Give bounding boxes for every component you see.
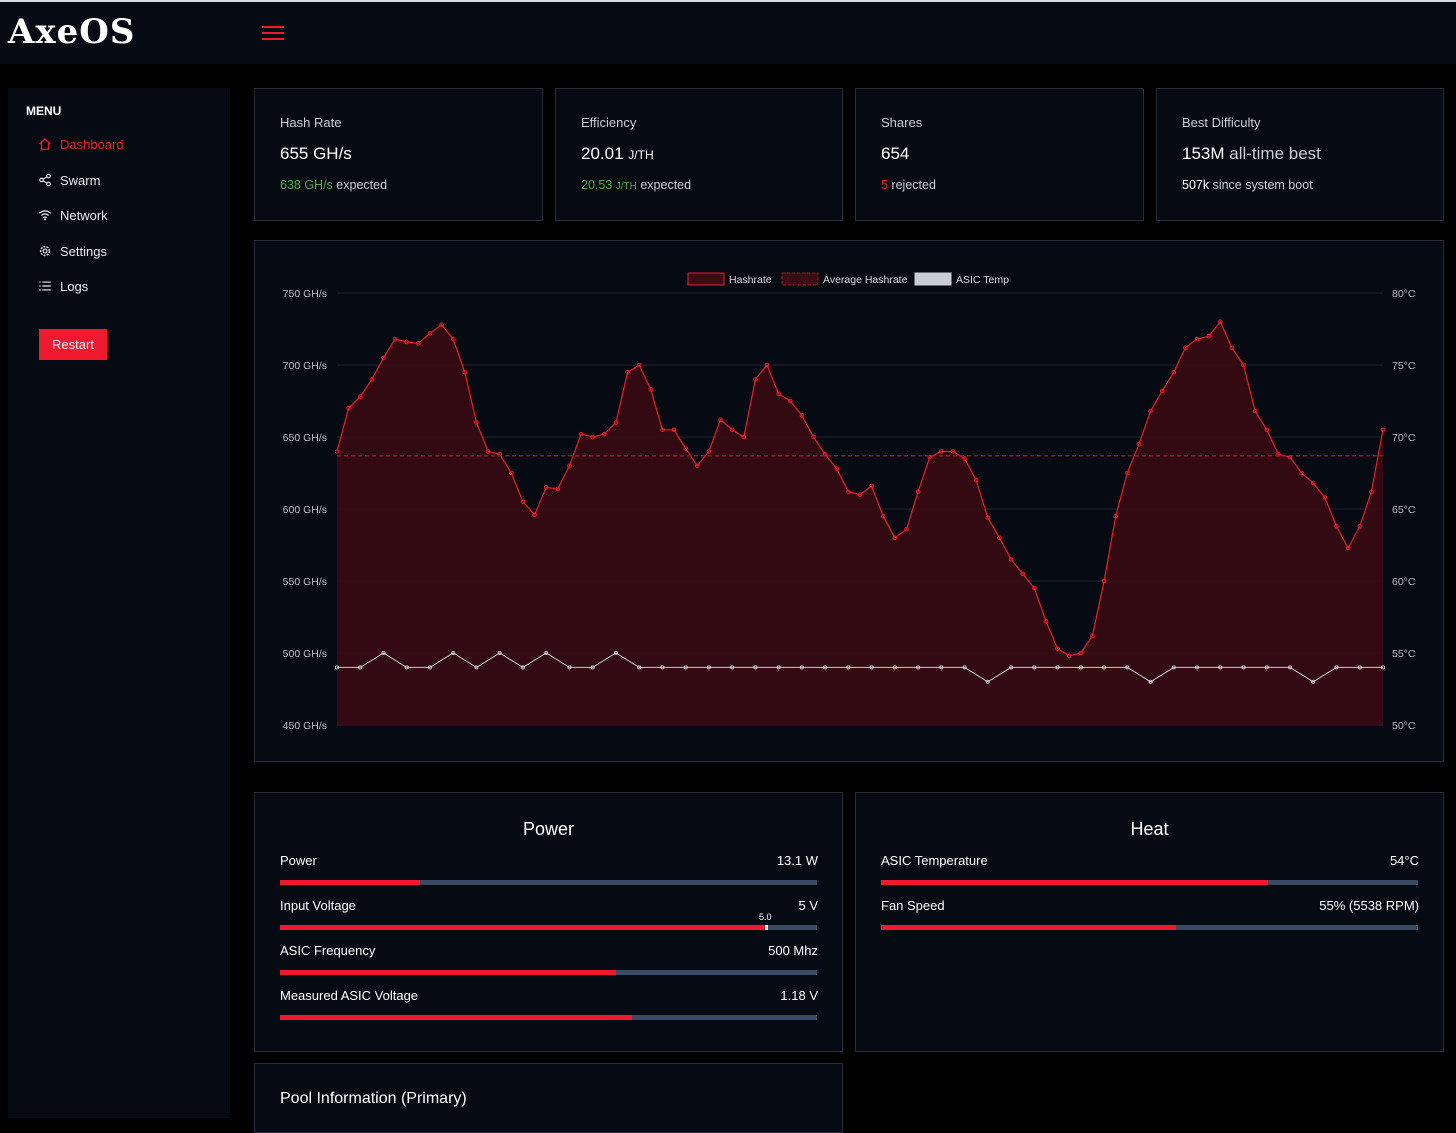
heat-row-value: 55% (5538 RPM) [1319, 898, 1419, 913]
wifi-icon [38, 210, 52, 221]
sidebar-item-label: Swarm [60, 172, 101, 188]
hashrate-card: Hash Rate 655 GH/s 638 GH/s expected [254, 88, 543, 221]
heat-progress-bar [881, 880, 1418, 885]
power-row-value: 500 Mhz [768, 943, 818, 958]
shares-label: Shares [881, 115, 923, 130]
legend-swatch [687, 272, 725, 286]
sidebar-item-label: Logs [60, 278, 89, 294]
efficiency-label: Efficiency [581, 115, 637, 130]
share-icon [39, 173, 51, 187]
heat-row-label: ASIC Temperature [881, 853, 988, 868]
hashrate-label: Hash Rate [280, 115, 342, 130]
shares-card: Shares 654 5 rejected [855, 88, 1144, 221]
y-left-tick-label: 600 GH/s [283, 504, 327, 516]
home-icon [39, 137, 51, 150]
sidebar-item-swarm[interactable]: Swarm [38, 168, 100, 192]
top-bar: AxeOS [0, 0, 1456, 64]
legend-label: Average Hashrate [823, 274, 908, 286]
shares-rejected: 5 rejected [881, 178, 936, 192]
sidebar-item-label: Dashboard [60, 136, 124, 152]
hashrate-area [337, 321, 1383, 725]
pool-card: Pool Information (Primary) [254, 1063, 843, 1133]
power-progress-bar [280, 1015, 817, 1020]
power-progress-fill [280, 970, 616, 975]
best-difficulty-since-boot: 507k since system boot [1182, 178, 1313, 192]
legend-swatch [914, 272, 952, 286]
y-left-tick-label: 550 GH/s [283, 576, 327, 588]
power-progress-fill [280, 880, 420, 885]
y-left-tick-label: 650 GH/s [283, 432, 327, 444]
power-row-value: 13.1 W [776, 853, 818, 868]
power-title: Power [522, 819, 575, 839]
sidebar-item-logs[interactable]: Logs [38, 274, 88, 298]
y-left-tick-label: 500 GH/s [283, 648, 327, 660]
heat-title: Heat [1130, 819, 1169, 839]
best-difficulty-card: Best Difficulty 153M all-time best 507k … [1156, 88, 1444, 221]
y-left-tick-label: 750 GH/s [283, 288, 327, 300]
y-right-tick-label: 50°C [1392, 720, 1416, 732]
best-difficulty-label: Best Difficulty [1182, 115, 1261, 130]
heat-progress-fill [881, 925, 1177, 930]
best-difficulty-value: 153M all-time best [1182, 144, 1321, 163]
y-left-tick-label: 700 GH/s [283, 360, 327, 372]
power-marker [764, 925, 768, 930]
restart-button[interactable]: Restart [39, 329, 107, 360]
legend-label: Hashrate [729, 274, 772, 286]
gear-icon [39, 245, 51, 257]
y-right-tick-label: 80°C [1392, 288, 1416, 300]
heat-row-value: 54°C [1389, 853, 1419, 868]
power-row-value: 1.18 V [780, 988, 818, 1003]
shares-value: 654 [881, 144, 910, 163]
sidebar: MENU Dashboard Swarm Network Settings Lo… [8, 88, 230, 1118]
power-progress-bar [280, 970, 817, 975]
sidebar-item-label: Settings [60, 243, 107, 259]
y-right-tick-label: 65°C [1392, 504, 1416, 516]
sidebar-item-network[interactable]: Network [38, 203, 108, 227]
power-progress-fill [280, 925, 766, 930]
y-right-tick-label: 70°C [1392, 432, 1416, 444]
efficiency-value: 20.01 J/TH [581, 144, 654, 163]
y-right-tick-label: 60°C [1392, 576, 1416, 588]
power-progress-bar [280, 925, 817, 930]
power-row-label: Power [280, 853, 317, 868]
hashrate-expected: 638 GH/s expected [280, 178, 388, 192]
power-card: Power Power 13.1 W Input Voltage 5 V 5.0 ASIC… [254, 792, 843, 1052]
y-right-tick-label: 55°C [1392, 648, 1416, 660]
heat-row-label: Fan Speed [881, 898, 945, 913]
heat-progress-bar [881, 925, 1418, 930]
heat-progress-fill [881, 880, 1268, 885]
y-right-tick-label: 75°C [1392, 360, 1416, 372]
sidebar-item-dashboard[interactable]: Dashboard [38, 132, 124, 156]
power-row-label: Measured ASIC Voltage [280, 988, 419, 1003]
app-logo: AxeOS [8, 12, 136, 52]
pool-title: Pool Information (Primary) [280, 1090, 467, 1107]
heat-card: Heat ASIC Temperature 54°C Fan Speed 55% (5… [855, 792, 1444, 1052]
legend-swatch [781, 272, 819, 286]
power-row-value: 5 V [798, 898, 818, 913]
efficiency-card: Efficiency 20.01 J/TH 20.53 J/TH expecte… [555, 88, 843, 221]
hashrate-chart: 750 GH/s 80°C 700 GH/s 75°C 650 GH/s 70°C 600 … [283, 272, 1416, 732]
sidebar-item-label: Network [60, 207, 108, 223]
legend-label: ASIC Temp [956, 274, 1009, 286]
efficiency-expected: 20.53 J/TH expected [581, 178, 692, 192]
hamburger-menu-icon[interactable] [262, 26, 284, 44]
power-marker-label: 5.0 [758, 912, 772, 922]
menu-title: MENU [26, 104, 62, 118]
power-row-label: Input Voltage [280, 898, 356, 913]
power-progress-fill [280, 1015, 632, 1020]
hashrate-chart-card: 750 GH/s 80°C 700 GH/s 75°C 650 GH/s 70°C 600 … [254, 240, 1444, 762]
power-row-label: ASIC Frequency [280, 943, 376, 958]
sidebar-item-settings[interactable]: Settings [38, 239, 107, 263]
y-left-tick-label: 450 GH/s [283, 720, 327, 732]
hashrate-value: 655 GH/s [280, 144, 352, 163]
power-progress-bar [280, 880, 817, 885]
list-icon [39, 281, 51, 291]
